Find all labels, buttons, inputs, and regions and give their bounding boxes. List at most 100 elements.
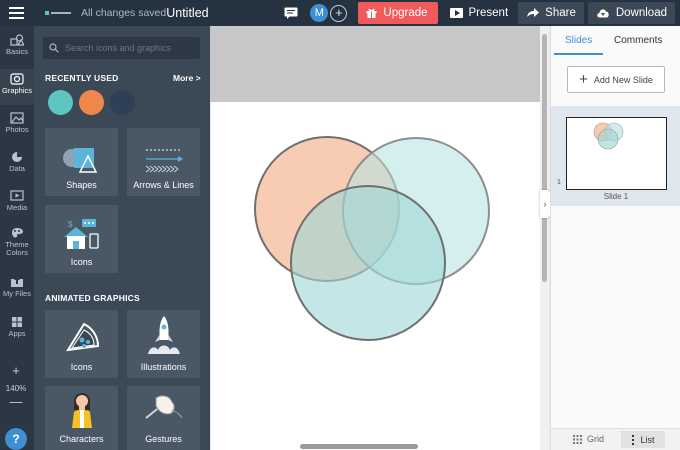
animated-gestures[interactable]: Gestures xyxy=(127,386,200,450)
upload-icon xyxy=(11,276,23,287)
rail-item-basics[interactable]: Basics xyxy=(0,34,34,67)
animated-characters[interactable]: Characters xyxy=(45,386,118,450)
image-icon xyxy=(10,112,24,124)
list-view-button[interactable]: List xyxy=(621,431,665,448)
rail-label: Data xyxy=(9,164,25,173)
add-slide-label: Add New Slide xyxy=(593,74,653,85)
rail-item-apps[interactable]: Apps xyxy=(0,316,34,346)
zoom-control: + 140% — xyxy=(3,364,29,436)
active-tab-indicator xyxy=(554,53,603,55)
category-label: Arrows & Lines xyxy=(133,180,194,190)
cloud-download-icon xyxy=(597,9,609,18)
plus-icon: + xyxy=(579,70,588,88)
present-button[interactable]: Present xyxy=(445,2,517,24)
rail-item-theme-colors[interactable]: Theme Colors xyxy=(0,227,34,267)
menu-icon[interactable] xyxy=(0,0,33,26)
gift-icon xyxy=(366,8,377,18)
app-logo[interactable] xyxy=(45,8,75,18)
shapes-icon xyxy=(10,34,24,46)
horizontal-scroll-thumb[interactable] xyxy=(300,444,418,449)
rail-item-my-files[interactable]: My Files xyxy=(0,276,34,306)
animated-label: Illustrations xyxy=(140,362,187,372)
category-label: Icons xyxy=(70,257,93,267)
top-bar: All changes saved Untitled M + Upgrade P… xyxy=(0,0,680,26)
rail-item-photos[interactable]: Photos xyxy=(0,112,34,145)
tab-slides[interactable]: Slides xyxy=(565,35,592,46)
add-new-slide-button[interactable]: + Add New Slide xyxy=(567,66,665,93)
present-label: Present xyxy=(468,7,509,19)
collapse-panel-handle[interactable]: › xyxy=(540,190,550,218)
color-swatch-navy[interactable] xyxy=(110,90,135,115)
save-status: All changes saved xyxy=(81,7,167,19)
rail-item-graphics[interactable]: Graphics xyxy=(0,69,34,105)
slide-thumbnail[interactable] xyxy=(566,117,667,190)
arrows-lines-icon xyxy=(145,149,183,173)
download-label: Download xyxy=(615,7,667,19)
apps-grid-icon xyxy=(12,317,22,327)
share-arrow-icon xyxy=(527,8,540,17)
help-button[interactable]: ? xyxy=(5,428,27,450)
canvas-margin xyxy=(210,26,540,102)
comment-icon[interactable] xyxy=(284,7,298,19)
graphics-icon xyxy=(10,73,24,85)
media-icon xyxy=(10,190,24,201)
list-label: List xyxy=(640,434,655,445)
graphics-panel: RECENTLY USED More > Shapes Arrows & Lin… xyxy=(34,26,210,450)
search-input[interactable] xyxy=(65,43,195,53)
chevron-right-icon: › xyxy=(543,199,547,209)
share-label: Share xyxy=(545,7,576,19)
category-label: Shapes xyxy=(66,180,97,190)
upgrade-button[interactable]: Upgrade xyxy=(358,2,438,24)
rail-label: Media xyxy=(6,203,28,212)
share-button[interactable]: Share xyxy=(518,2,584,24)
thumbnail-venn xyxy=(593,122,624,150)
slide-label: Slide 1 xyxy=(603,192,629,201)
rocket-icon xyxy=(147,316,180,354)
recently-used-heading: RECENTLY USED xyxy=(45,73,119,83)
rail-label: Graphics xyxy=(1,86,32,95)
animated-icons[interactable]: Icons xyxy=(45,310,118,378)
rail-label: Basics xyxy=(5,47,29,56)
house-icon: $ xyxy=(63,219,99,249)
rail-item-media[interactable]: Media xyxy=(0,190,34,223)
rail-label: Apps xyxy=(8,329,26,338)
venn-diagram xyxy=(254,136,490,341)
document-title[interactable]: Untitled xyxy=(166,6,208,20)
canvas-area xyxy=(210,26,540,450)
animated-label: Characters xyxy=(59,434,104,444)
download-button[interactable]: Download xyxy=(587,2,675,24)
vertical-scroll-thumb[interactable] xyxy=(542,34,547,282)
rail-label: Photos xyxy=(5,125,29,134)
slides-panel: Slides Comments + Add New Slide 1 Slide … xyxy=(550,26,680,450)
more-link[interactable]: More > xyxy=(173,73,201,83)
zoom-in-button[interactable]: + xyxy=(12,364,20,378)
animated-label: Icons xyxy=(70,362,93,372)
venn-circle-teal[interactable] xyxy=(290,185,446,341)
grid-icon xyxy=(573,434,582,444)
color-swatch-teal[interactable] xyxy=(48,90,73,115)
search-box[interactable] xyxy=(43,37,200,59)
pie-chart-icon xyxy=(12,152,22,162)
rail-label: My Files xyxy=(3,289,31,298)
zoom-level: 140% xyxy=(5,384,27,393)
user-avatar[interactable]: M xyxy=(310,4,329,22)
animated-illustrations[interactable]: Illustrations xyxy=(127,310,200,378)
grid-view-button[interactable]: Grid xyxy=(573,434,604,444)
category-arrows-lines[interactable]: Arrows & Lines xyxy=(127,128,200,196)
palette-icon xyxy=(12,228,23,238)
shapes-icon xyxy=(62,148,97,173)
rail-item-data[interactable]: Data xyxy=(0,151,34,184)
color-swatch-orange[interactable] xyxy=(79,90,104,115)
rail-label: Theme Colors xyxy=(5,240,29,257)
upgrade-label: Upgrade xyxy=(383,7,428,19)
animated-graphics-heading: ANIMATED GRAPHICS xyxy=(45,293,140,303)
add-collaborator-button[interactable]: + xyxy=(330,4,348,22)
category-shapes[interactable]: Shapes xyxy=(45,128,118,196)
slide-canvas[interactable] xyxy=(211,102,540,450)
category-icons[interactable]: $ Icons xyxy=(45,205,118,273)
search-icon xyxy=(49,43,59,53)
tab-comments[interactable]: Comments xyxy=(614,35,662,46)
zoom-out-button[interactable]: — xyxy=(10,395,23,409)
hand-pen-icon xyxy=(144,395,183,419)
animated-label: Gestures xyxy=(145,434,182,444)
